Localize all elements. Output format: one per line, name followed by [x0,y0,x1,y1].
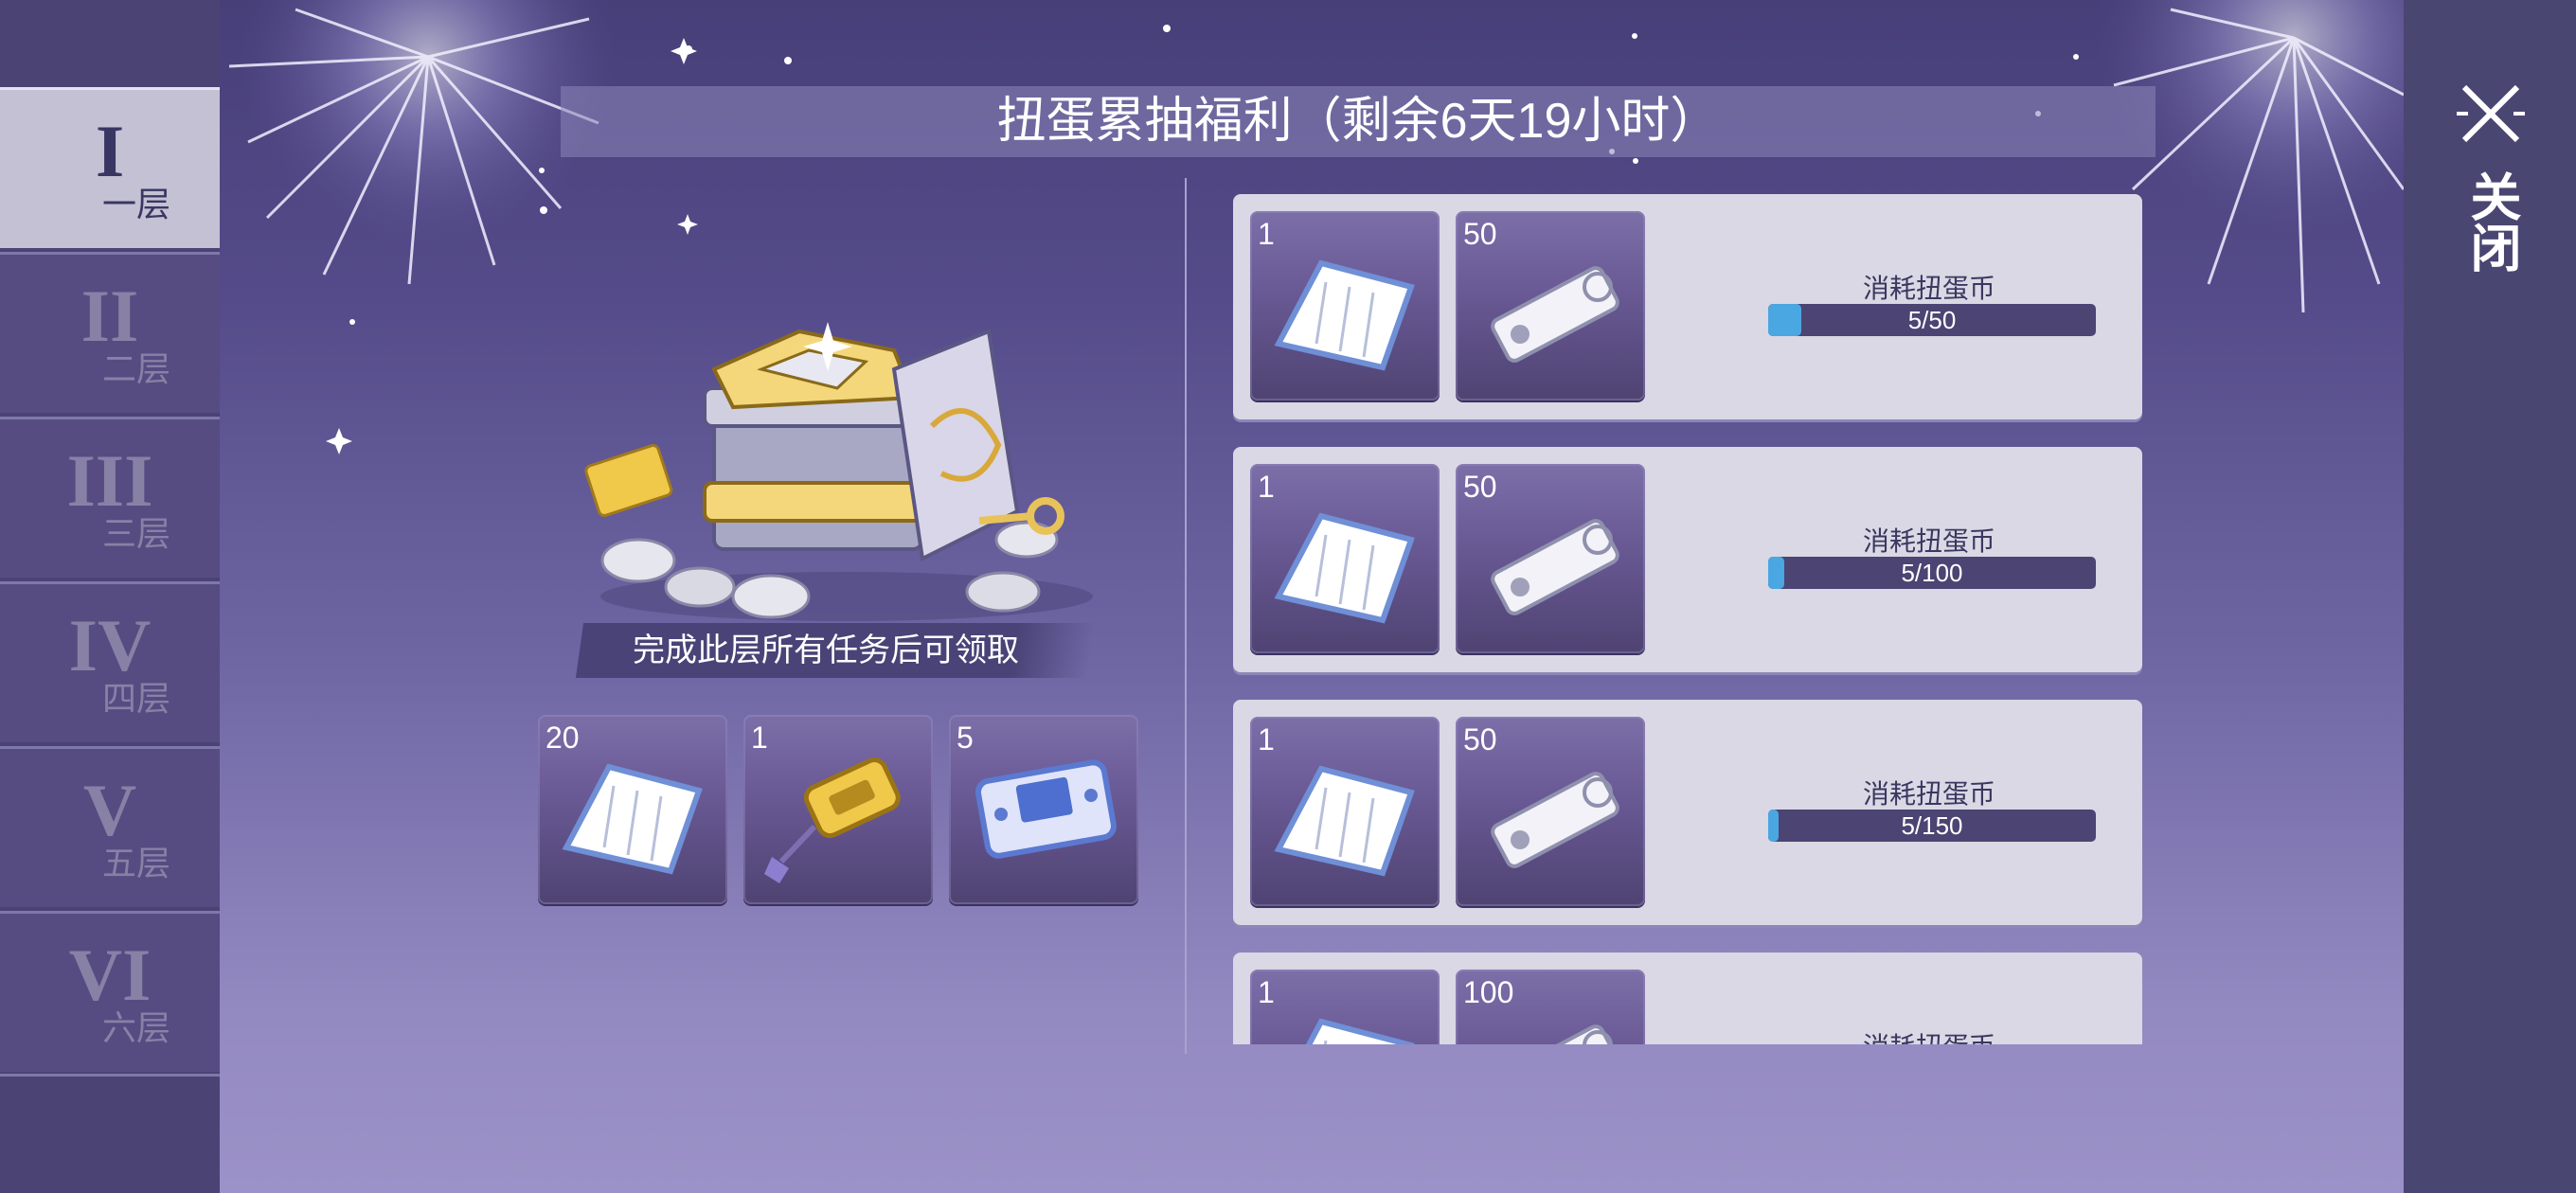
task-label: 消耗扭蛋币 [1862,526,1995,556]
paper-scroll-icon [1274,765,1415,877]
item-quantity: 5 [957,721,974,755]
floor-label: 五层 [102,844,171,882]
floor-label: 三层 [102,514,171,553]
floor-tab-sidebar: I 一层 II 二层 III 三层 IV 四层 V 五层 VI 六层 [0,0,220,1193]
task-card: 1 50 消耗扭蛋币 5/50 [1233,194,2142,419]
task-reward-item[interactable]: 1 [1250,970,1440,1044]
sidebar-header-spacer [0,0,220,87]
tab-floor-1[interactable]: I 一层 [0,87,220,248]
task-reward-item[interactable]: 1 [1250,717,1440,906]
task-label: 消耗扭蛋币 [1862,274,1995,303]
floor-label: 二层 [102,349,171,388]
task-list[interactable]: 1 50 消耗扭蛋币 5/50 1 50 消耗扭蛋币 5/100 1 50 消耗… [1233,185,2142,1044]
task-reward-item[interactable]: 50 [1456,464,1645,653]
tab-floor-5[interactable]: V 五层 [0,746,220,907]
floor-label: 四层 [102,679,171,718]
item-quantity: 50 [1463,470,1497,504]
floor-reward-treasure-illustration [584,322,1093,621]
paper-scroll-icon [1305,1018,1415,1044]
item-quantity: 1 [1258,470,1275,504]
task-progress-bar: 5/100 [1768,557,2096,589]
item-quantity: 1 [751,721,768,755]
close-label[interactable]: 关闭 [2462,170,2519,273]
tab-floor-4[interactable]: IV 四层 [0,581,220,742]
task-progress-bar: 5/150 [1768,810,2096,842]
progress-text: 5/150 [1901,811,1963,840]
blue-ticket-icon [975,759,1117,859]
item-quantity: 20 [546,721,580,755]
progress-text: 5/50 [1907,306,1957,334]
reward-condition-text: 完成此层所有任务后可领取 [633,632,1019,668]
task-card: 1 50 消耗扭蛋币 5/150 [1233,700,2142,925]
task-card: 1 100 消耗扭蛋币 [1233,953,2142,1044]
task-card: 1 50 消耗扭蛋币 5/100 [1233,447,2142,672]
task-reward-item[interactable]: 50 [1456,717,1645,906]
floor-reward-item-2[interactable]: 1 [743,715,933,904]
paper-scroll-icon [1274,259,1415,371]
task-reward-item[interactable]: 100 [1456,970,1645,1044]
paper-scroll-icon [1274,512,1415,624]
item-quantity: 1 [1258,217,1275,251]
task-label: 消耗扭蛋币 [1763,1026,2095,1044]
task-reward-item[interactable]: 1 [1250,211,1440,401]
main-panel: 扭蛋累抽福利（剩余6天19小时） 完成此层所有任务后可领取 20 1 5 1 5… [220,0,2404,1193]
progress-text: 5/100 [1901,559,1963,587]
item-quantity: 100 [1463,975,1514,1009]
vertical-divider [1185,178,1187,1054]
task-progress-bar: 5/50 [1768,304,2096,336]
item-quantity: 1 [1258,975,1275,1009]
task-reward-item[interactable]: 1 [1250,464,1440,653]
item-quantity: 50 [1463,217,1497,251]
tab-floor-3[interactable]: III 三层 [0,417,220,578]
tab-floor-6[interactable]: VI 六层 [0,911,220,1072]
floor-reward-item-3[interactable]: 5 [949,715,1138,904]
page-title: 扭蛋累抽福利（剩余6天19小时） [996,94,1720,149]
item-quantity: 1 [1258,722,1275,757]
floor-label: 六层 [102,1008,171,1047]
floor-reward-item-1[interactable]: 20 [538,715,727,904]
tab-floor-2[interactable]: II 二层 [0,252,220,413]
sidebar-divider [0,1074,220,1077]
task-reward-item[interactable]: 50 [1456,211,1645,401]
close-icon [2457,84,2525,143]
golden-tag-icon [764,757,901,883]
title-banner: 扭蛋累抽福利（剩余6天19小时） [561,86,2156,157]
floor-label: 一层 [102,185,171,223]
item-quantity: 50 [1463,722,1497,757]
task-label: 消耗扭蛋币 [1862,779,1995,809]
